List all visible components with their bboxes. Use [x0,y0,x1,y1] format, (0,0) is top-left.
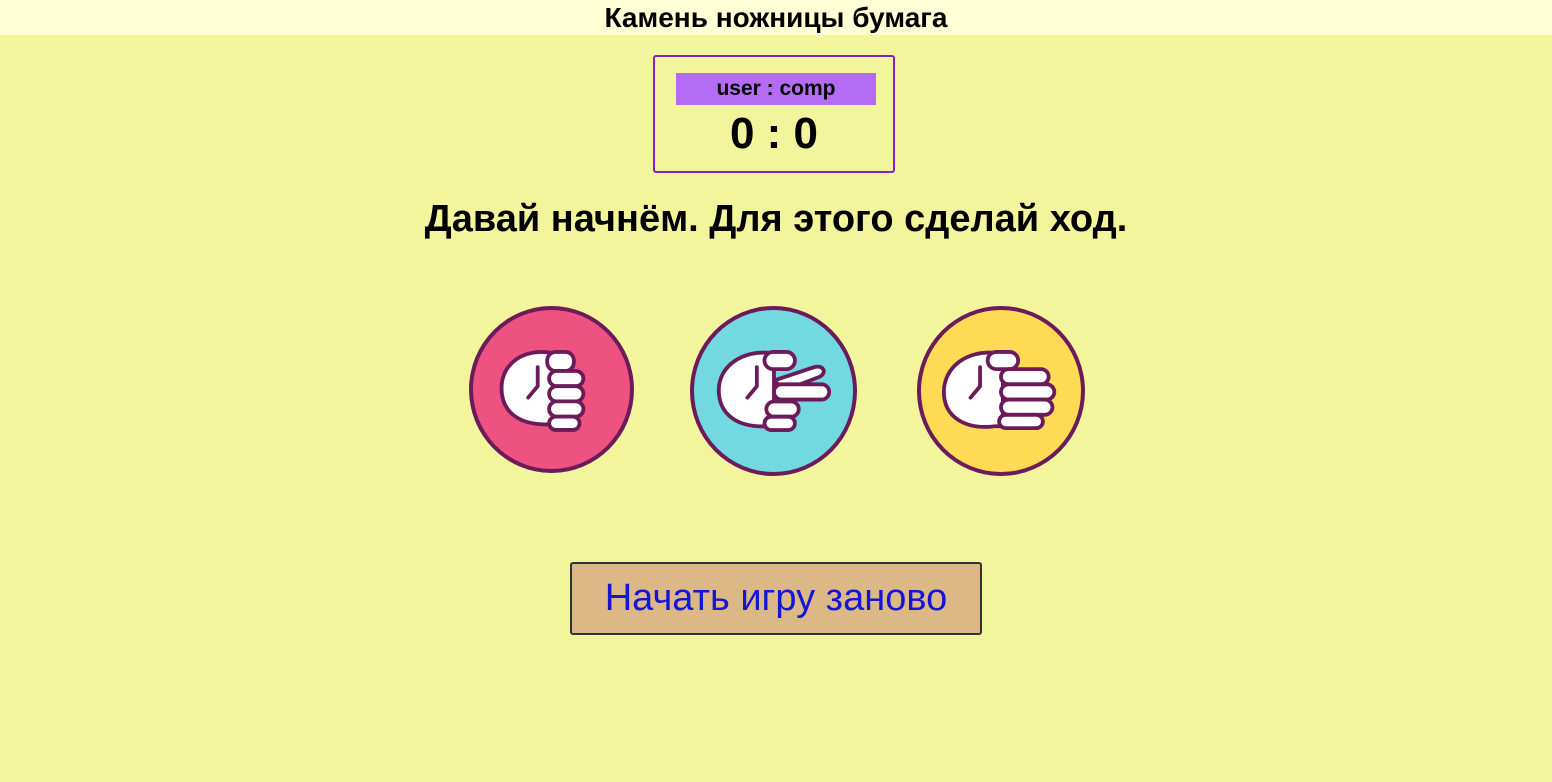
scoreboard: user : comp 0 : 0 [653,55,895,173]
scissors-button[interactable] [690,306,857,476]
paper-hand-icon [941,350,1057,431]
rock-button[interactable] [469,306,634,473]
score-value: 0 : 0 [729,109,819,158]
page-title: Камень ножницы бумага [604,2,948,33]
title-bar: Камень ножницы бумага [0,0,1552,35]
game-message: Давай начнём. Для этого сделай ход. [424,198,1128,240]
paper-button[interactable] [917,306,1085,476]
restart-game-button[interactable]: Начать игру заново [570,562,982,635]
rock-hand-icon [499,350,586,432]
scissors-hand-icon [716,350,832,432]
score-label: user : comp [676,73,876,105]
